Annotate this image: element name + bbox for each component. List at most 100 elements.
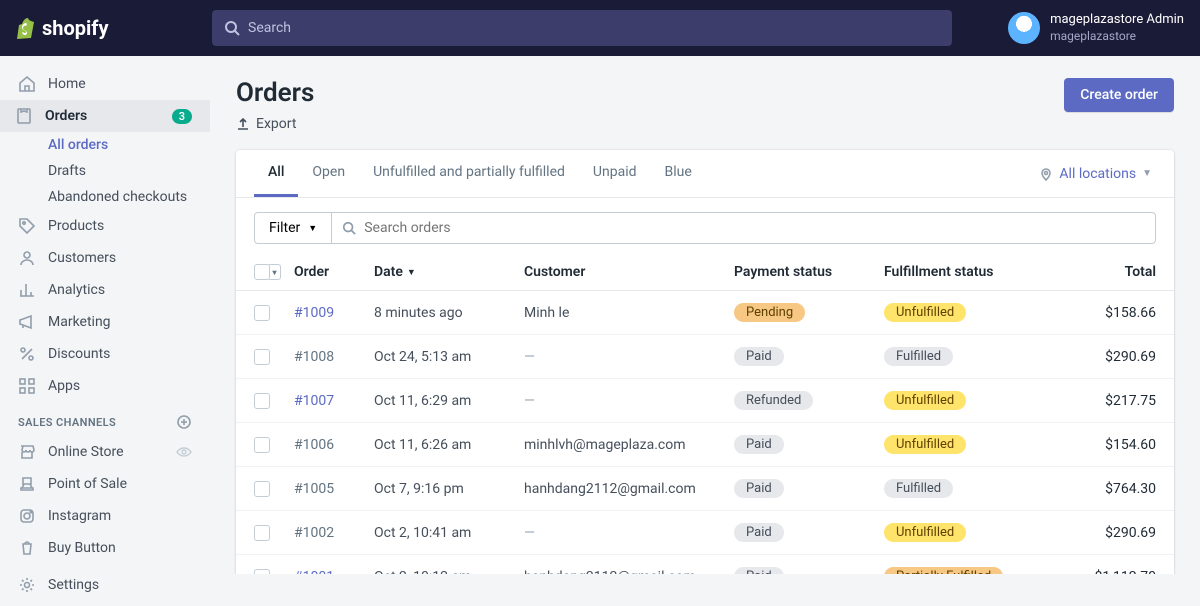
payment-badge: Paid xyxy=(734,347,784,366)
table-row[interactable]: #1005 Oct 7, 9:16 pm hanhdang2112@gmail.… xyxy=(236,467,1174,511)
order-link[interactable]: #1001 xyxy=(294,569,334,575)
col-order[interactable]: Order xyxy=(294,264,374,280)
channel-pos[interactable]: Point of Sale xyxy=(0,468,210,500)
tab-unpaid[interactable]: Unpaid xyxy=(579,150,651,197)
cell-customer: minhlvh@mageplaza.com xyxy=(524,437,734,453)
nav-discounts[interactable]: Discounts xyxy=(0,338,210,370)
channel-instagram[interactable]: Instagram xyxy=(0,500,210,532)
cell-payment: Paid xyxy=(734,479,884,498)
main: Orders Export Create order All Open Unfu… xyxy=(210,56,1200,574)
eye-icon[interactable] xyxy=(176,444,192,460)
search-orders[interactable] xyxy=(332,212,1156,244)
search-orders-input[interactable] xyxy=(364,213,1145,243)
nav-analytics[interactable]: Analytics xyxy=(0,274,210,306)
page-header: Orders Export Create order xyxy=(218,78,1174,132)
cell-fulfillment: Unfulfilled xyxy=(884,523,1074,542)
row-checkbox[interactable] xyxy=(254,437,270,453)
payment-badge: Refunded xyxy=(734,391,813,410)
nav-products[interactable]: Products xyxy=(0,210,210,242)
channel-online-store[interactable]: Online Store xyxy=(0,436,210,468)
col-date[interactable]: Date▼ xyxy=(374,264,524,280)
add-channel-icon[interactable] xyxy=(176,414,192,430)
payment-badge: Pending xyxy=(734,303,805,322)
cell-total: $764.30 xyxy=(1074,481,1156,497)
cell-date: Oct 11, 6:29 am xyxy=(374,393,524,409)
nav-home[interactable]: Home xyxy=(0,68,210,100)
tab-unfulfilled[interactable]: Unfulfilled and partially fulfilled xyxy=(359,150,579,197)
filter-row: Filter ▼ xyxy=(236,198,1174,254)
cell-order: #1006 xyxy=(294,437,374,453)
table-row[interactable]: #1008 Oct 24, 5:13 am — Paid Fulfilled $… xyxy=(236,335,1174,379)
cell-customer: Minh le xyxy=(524,305,734,321)
nav-orders[interactable]: Orders 3 xyxy=(0,100,210,132)
global-search-input[interactable] xyxy=(248,20,940,36)
table-row[interactable]: #1001 Oct 2, 10:12 am hanhdang2112@gmail… xyxy=(236,555,1174,574)
nav-customers[interactable]: Customers xyxy=(0,242,210,274)
nav-settings[interactable]: Settings xyxy=(0,564,210,606)
subnav-drafts[interactable]: Drafts xyxy=(48,158,210,184)
nav-label: Apps xyxy=(48,378,80,394)
col-total[interactable]: Total xyxy=(1074,264,1156,280)
cell-customer: hanhdang2112@gmail.com xyxy=(524,481,734,497)
select-all-checkbox[interactable] xyxy=(254,264,270,280)
table-row[interactable]: #1007 Oct 11, 6:29 am — Refunded Unfulfi… xyxy=(236,379,1174,423)
col-fulfillment[interactable]: Fulfillment status xyxy=(884,264,1074,280)
cell-fulfillment: Unfulfilled xyxy=(884,303,1074,322)
filter-button[interactable]: Filter ▼ xyxy=(254,212,332,244)
fulfillment-badge: Unfulfilled xyxy=(884,435,966,454)
nav-marketing[interactable]: Marketing xyxy=(0,306,210,338)
subnav-all-orders[interactable]: All orders xyxy=(48,132,210,158)
caret-down-icon: ▼ xyxy=(1142,168,1152,179)
orders-icon xyxy=(15,107,33,125)
table-row[interactable]: #1006 Oct 11, 6:26 am minhlvh@mageplaza.… xyxy=(236,423,1174,467)
sales-channels-header: SALES CHANNELS xyxy=(0,402,210,436)
tag-icon xyxy=(18,217,36,235)
brand-logo[interactable]: shopify xyxy=(16,16,196,40)
channel-buy-button[interactable]: Buy Button xyxy=(0,532,210,564)
row-checkbox[interactable] xyxy=(254,481,270,497)
fulfillment-badge: Partially Fulfilled xyxy=(884,567,1003,574)
global-search-box[interactable] xyxy=(212,10,952,46)
instagram-icon xyxy=(18,507,36,525)
export-button[interactable]: Export xyxy=(236,116,314,132)
cell-total: $158.66 xyxy=(1074,305,1156,321)
row-checkbox[interactable] xyxy=(254,525,270,541)
global-search xyxy=(212,10,952,46)
cell-order: #1007 xyxy=(294,393,374,409)
cell-fulfillment: Unfulfilled xyxy=(884,435,1074,454)
tab-all[interactable]: All xyxy=(254,150,298,197)
cell-total: $217.75 xyxy=(1074,393,1156,409)
tab-blue[interactable]: Blue xyxy=(651,150,706,197)
row-checkbox[interactable] xyxy=(254,569,270,575)
export-icon xyxy=(236,117,250,131)
table-header: ▾ Order Date▼ Customer Payment status Fu… xyxy=(236,254,1174,291)
cell-customer: — xyxy=(524,349,734,365)
user-menu[interactable]: mageplazastore Admin mageplazastore xyxy=(1008,12,1184,44)
create-order-button[interactable]: Create order xyxy=(1064,78,1174,112)
row-checkbox[interactable] xyxy=(254,305,270,321)
cell-date: 8 minutes ago xyxy=(374,305,524,321)
select-all-dropdown[interactable]: ▾ xyxy=(269,264,281,280)
channel-label: Online Store xyxy=(48,444,124,460)
tab-open[interactable]: Open xyxy=(298,150,359,197)
col-payment[interactable]: Payment status xyxy=(734,264,884,280)
fulfillment-badge: Fulfilled xyxy=(884,479,953,498)
fulfillment-badge: Unfulfilled xyxy=(884,303,966,322)
subnav-abandoned[interactable]: Abandoned checkouts xyxy=(48,184,210,210)
shopify-bag-icon xyxy=(16,17,36,39)
buy-button-icon xyxy=(18,539,36,557)
nav-apps[interactable]: Apps xyxy=(0,370,210,402)
nav-label: Products xyxy=(48,218,104,234)
order-link[interactable]: #1007 xyxy=(294,393,334,409)
nav-label: Orders xyxy=(45,108,87,124)
order-link[interactable]: #1009 xyxy=(294,305,334,321)
cell-date: Oct 11, 6:26 am xyxy=(374,437,524,453)
col-customer[interactable]: Customer xyxy=(524,264,734,280)
table-row[interactable]: #1009 8 minutes ago Minh le Pending Unfu… xyxy=(236,291,1174,335)
fulfillment-badge: Fulfilled xyxy=(884,347,953,366)
cell-date: Oct 7, 9:16 pm xyxy=(374,481,524,497)
row-checkbox[interactable] xyxy=(254,349,270,365)
location-filter[interactable]: All locations ▼ xyxy=(1035,152,1156,196)
row-checkbox[interactable] xyxy=(254,393,270,409)
table-row[interactable]: #1002 Oct 2, 10:41 am — Paid Unfulfilled… xyxy=(236,511,1174,555)
